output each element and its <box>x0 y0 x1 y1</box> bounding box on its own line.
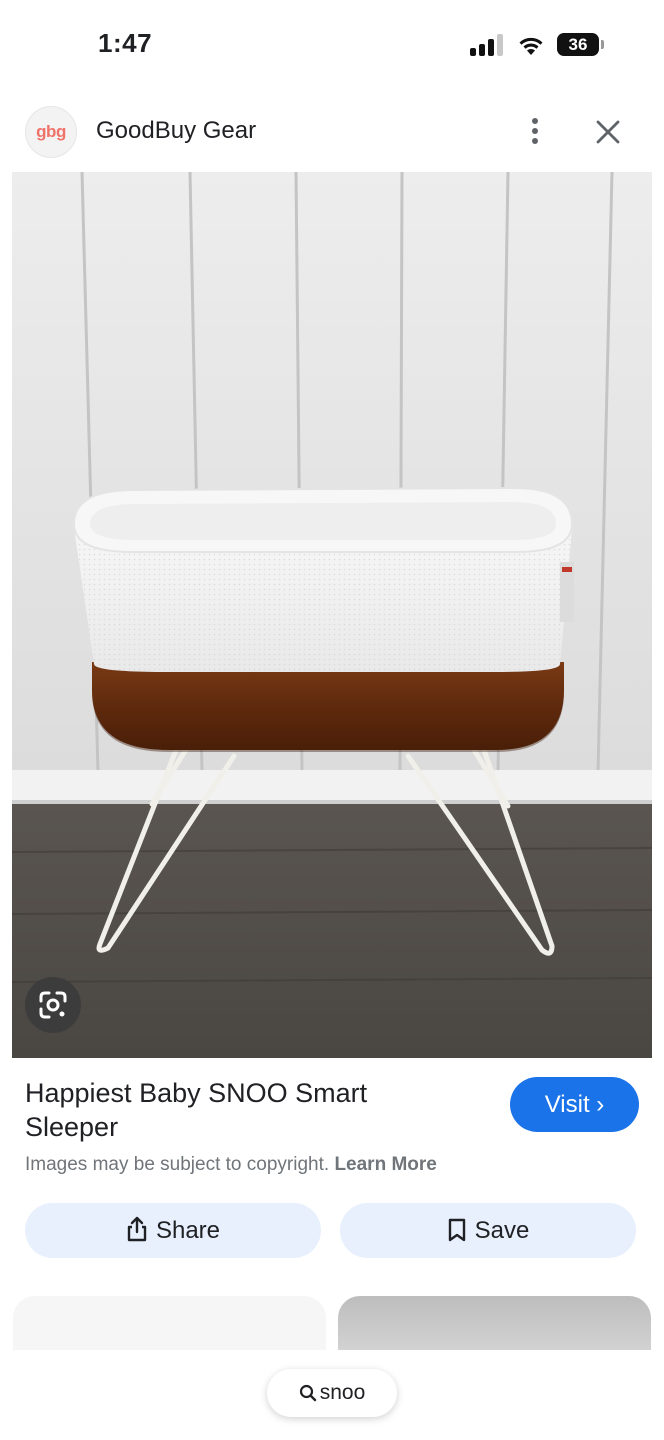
source-header: gbg GoodBuy Gear <box>0 98 664 170</box>
visit-button[interactable]: Visit › <box>510 1077 639 1132</box>
close-icon[interactable] <box>592 116 624 148</box>
wifi-icon <box>519 37 543 55</box>
site-logo[interactable]: gbg <box>25 106 77 158</box>
search-icon <box>299 1384 316 1402</box>
battery-indicator: 36 <box>557 33 599 56</box>
related-result-card[interactable] <box>13 1296 326 1350</box>
copyright-text: Images may be subject to copyright. <box>25 1154 330 1175</box>
copyright-notice: Images may be subject to copyright. Lear… <box>25 1154 437 1176</box>
product-title[interactable]: Happiest Baby SNOO Smart Sleeper <box>25 1076 465 1144</box>
search-query: snoo <box>319 1381 366 1404</box>
share-button[interactable]: Share <box>25 1203 321 1258</box>
battery-cap <box>601 40 604 49</box>
status-bar: 1:47 36 <box>0 0 664 90</box>
bookmark-icon <box>448 1218 465 1242</box>
share-icon <box>127 1216 147 1242</box>
google-lens-icon[interactable] <box>25 977 81 1033</box>
save-button[interactable]: Save <box>340 1203 636 1258</box>
more-vert-icon[interactable] <box>520 114 550 148</box>
related-result-card[interactable] <box>338 1296 651 1350</box>
status-time: 1:47 <box>98 28 153 58</box>
learn-more-link[interactable]: Learn More <box>334 1154 436 1175</box>
search-chip[interactable]: snoo <box>267 1369 397 1417</box>
site-name[interactable]: GoodBuy Gear <box>96 117 256 145</box>
share-label: Share <box>155 1217 221 1244</box>
cellular-signal-icon <box>470 34 506 56</box>
save-label: Save <box>474 1217 530 1244</box>
product-image[interactable] <box>12 172 652 1058</box>
